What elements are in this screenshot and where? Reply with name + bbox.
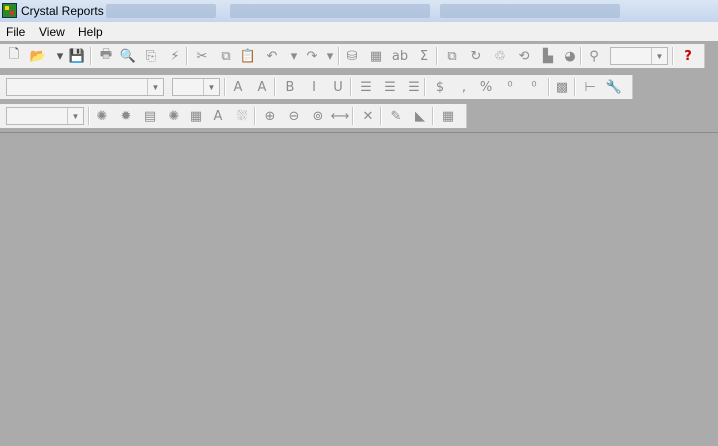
- increase-font-icon[interactable]: A: [228, 77, 248, 97]
- undo-dropdown-icon[interactable]: ▾: [284, 46, 304, 66]
- help-icon[interactable]: ?: [678, 46, 698, 66]
- thousands-icon[interactable]: ,: [454, 77, 474, 97]
- decrease-decimal-icon[interactable]: ⁰: [524, 77, 544, 97]
- page-width-icon[interactable]: ⟷: [330, 106, 350, 126]
- cut-icon[interactable]: ✂: [192, 46, 212, 66]
- toolbar-separator: [580, 47, 582, 65]
- undo-icon[interactable]: ↶: [262, 46, 282, 66]
- toolbar-separator: [338, 47, 340, 65]
- database-expert-icon[interactable]: ⛁: [342, 46, 362, 66]
- toolbar-separator: [352, 107, 354, 125]
- insert-text-icon[interactable]: ab: [390, 46, 410, 66]
- report-workspace[interactable]: [0, 132, 718, 446]
- toolbar-separator: [424, 78, 426, 96]
- chevron-down-icon[interactable]: ▼: [203, 79, 219, 95]
- background-window-tab: [440, 4, 620, 18]
- section-combo[interactable]: ▼: [6, 107, 84, 125]
- italic-icon[interactable]: I: [304, 77, 324, 97]
- select-expert-icon[interactable]: ⟲: [514, 46, 534, 66]
- title-bar: Crystal Reports: [0, 0, 718, 22]
- insert-toolbar: ▼ ✺ ✹ ▤ ✺ ▦ A ⛆ ⊕ ⊖ ⊚ ⟷ ✕ ✎ ◣ ▦: [0, 104, 467, 128]
- font-size-combo[interactable]: ▼: [172, 78, 220, 96]
- insert-box-icon[interactable]: ▦: [186, 106, 206, 126]
- align-right-icon[interactable]: ☰: [404, 77, 424, 97]
- olap-icon[interactable]: ◕: [560, 46, 580, 66]
- menu-bar: File View Help: [0, 22, 718, 41]
- insert-ole-icon[interactable]: ◣: [410, 106, 430, 126]
- app-icon: [2, 3, 17, 18]
- toolbar-separator: [90, 47, 92, 65]
- grid-icon[interactable]: ▦: [438, 106, 458, 126]
- new-icon[interactable]: 🗋: [4, 46, 24, 66]
- refresh-icon[interactable]: ⚡: [165, 46, 185, 66]
- zoom-out-icon[interactable]: ⊖: [284, 106, 304, 126]
- toolbar-separator: [254, 107, 256, 125]
- insert-group2-icon[interactable]: ✹: [116, 106, 136, 126]
- toolbar-separator: [436, 47, 438, 65]
- toolbar-separator: [350, 78, 352, 96]
- toolbar-separator: [548, 78, 550, 96]
- insert-text-object-icon[interactable]: A: [208, 106, 228, 126]
- print-preview-icon[interactable]: 🔍: [118, 46, 138, 66]
- toolbar-separator: [224, 78, 226, 96]
- section-expert-icon[interactable]: ▙: [538, 46, 558, 66]
- insert-section-icon[interactable]: ✺: [92, 106, 112, 126]
- zoom-page-icon[interactable]: ⊚: [308, 106, 328, 126]
- menu-help[interactable]: Help: [78, 25, 103, 39]
- align-left-icon[interactable]: ☰: [356, 77, 376, 97]
- toolbar-separator: [432, 107, 434, 125]
- standard-toolbar: 🗋 📂 ▾ 💾 🖶 🔍 ⎘ ⚡ ✂ ⧉ 📋 ↶ ▾ ↷ ▾ ⛁ ▦ ab Σ ⧉ ↻ ♲ ⟲ ▙ ◕ ⚲ ▼?: [0, 44, 705, 68]
- toolbar-separator: [380, 107, 382, 125]
- insert-crosstab-icon[interactable]: ✺: [164, 106, 184, 126]
- formatting-toolbar: ▼ ▼ A A B I U ☰ ☰ ☰ $,% ⁰ ⁰ ▩ ⊢ 🔧: [0, 75, 633, 99]
- chevron-down-icon[interactable]: ▼: [67, 108, 83, 124]
- export-icon[interactable]: ⎘: [141, 46, 161, 66]
- redo-dropdown-icon[interactable]: ▾: [320, 46, 340, 66]
- toolbar-separator: [672, 47, 674, 65]
- redo-icon[interactable]: ↷: [302, 46, 322, 66]
- paste-icon[interactable]: 📋: [238, 46, 258, 66]
- tools-icon[interactable]: 🔧: [604, 77, 624, 97]
- insert-line-icon[interactable]: ✎: [386, 106, 406, 126]
- currency-icon[interactable]: $: [430, 77, 450, 97]
- window-title: Crystal Reports: [21, 4, 104, 18]
- insert-summary2-icon[interactable]: ▤: [140, 106, 160, 126]
- toolbar-separator: [88, 107, 90, 125]
- save-icon[interactable]: 💾: [67, 46, 87, 66]
- increase-decimal-icon[interactable]: ⁰: [500, 77, 520, 97]
- toolbar-separator: [186, 47, 188, 65]
- summary-icon[interactable]: Σ: [414, 46, 434, 66]
- bold-icon[interactable]: B: [280, 77, 300, 97]
- background-window-tab: [230, 4, 430, 18]
- align-center-icon[interactable]: ☰: [380, 77, 400, 97]
- copy-icon[interactable]: ⧉: [216, 46, 236, 66]
- formula-icon[interactable]: ♲: [490, 46, 510, 66]
- insert-chart-icon[interactable]: ↻: [466, 46, 486, 66]
- print-icon[interactable]: 🖶: [96, 46, 116, 66]
- close-section-icon[interactable]: ✕: [358, 106, 378, 126]
- chevron-down-icon[interactable]: ▼: [147, 79, 163, 95]
- zoom-combo[interactable]: ▼: [610, 47, 668, 65]
- underline-icon[interactable]: U: [328, 77, 348, 97]
- percent-icon[interactable]: %: [476, 77, 496, 97]
- find-icon[interactable]: ⚲: [584, 46, 604, 66]
- group-tree-icon[interactable]: ⊢: [580, 77, 600, 97]
- chevron-down-icon[interactable]: ▼: [651, 48, 667, 64]
- decrease-font-icon[interactable]: A: [252, 77, 272, 97]
- open-icon[interactable]: 📂: [28, 46, 48, 66]
- toolbar-separator: [574, 78, 576, 96]
- menu-file[interactable]: File: [6, 25, 25, 39]
- zoom-in-icon[interactable]: ⊕: [260, 106, 280, 126]
- insert-group-icon[interactable]: ⧉: [442, 46, 462, 66]
- border-icon[interactable]: ▩: [552, 77, 572, 97]
- font-name-combo[interactable]: ▼: [6, 78, 164, 96]
- toolbar-separator: [274, 78, 276, 96]
- insert-field-icon[interactable]: ▦: [366, 46, 386, 66]
- background-window-tab: [106, 4, 216, 18]
- menu-view[interactable]: View: [39, 25, 65, 39]
- insert-picture-icon[interactable]: ⛆: [232, 106, 252, 126]
